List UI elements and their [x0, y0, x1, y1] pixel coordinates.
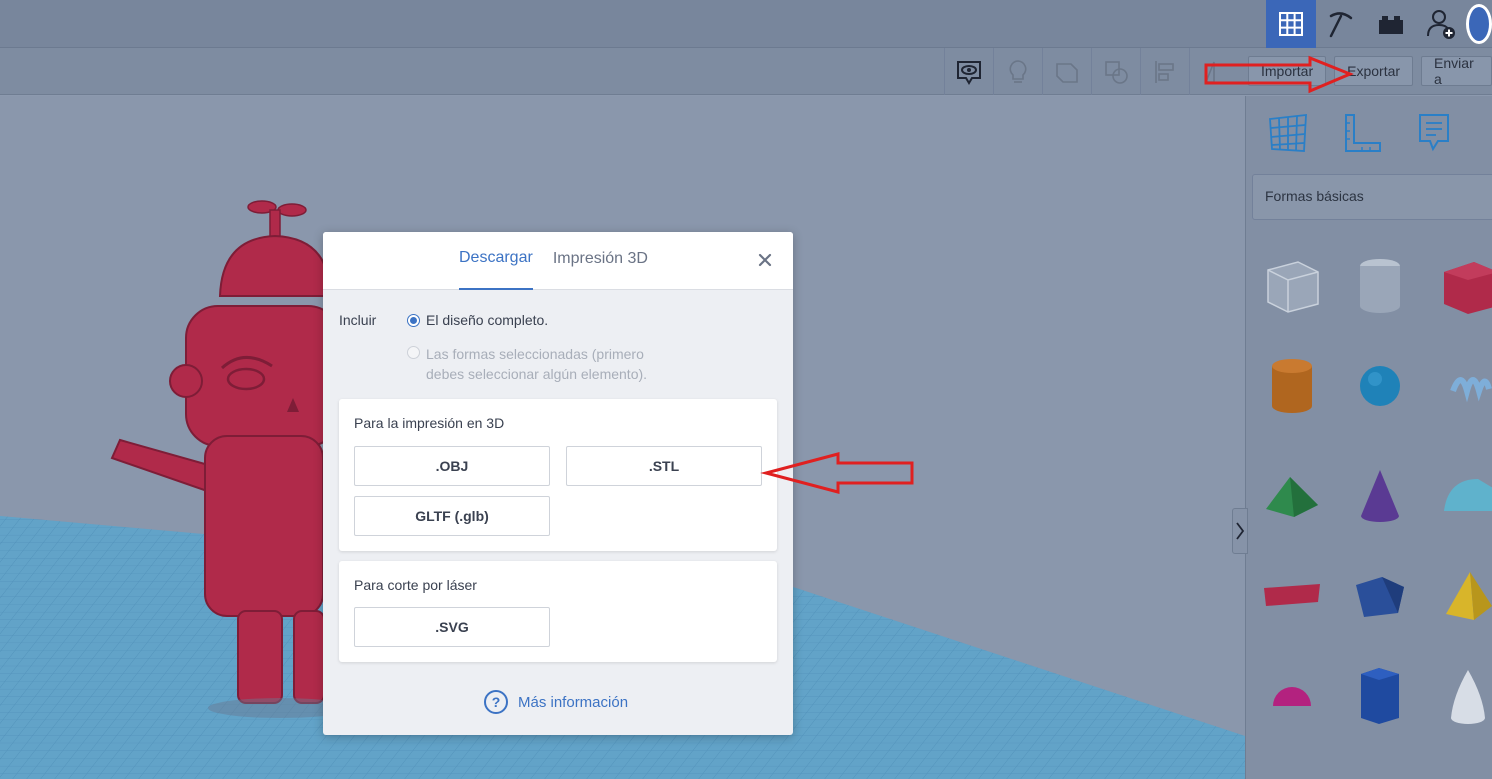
option-selected-shapes: Las formas seleccionadas (primero debes … [407, 344, 647, 384]
3d-view-button[interactable] [1266, 0, 1316, 48]
gltf-button[interactable]: GLTF (.glb) [354, 496, 550, 536]
ungroup-button[interactable] [1091, 48, 1140, 95]
obj-button[interactable]: .OBJ [354, 446, 550, 486]
panel-collapse-toggle[interactable] [1232, 508, 1248, 554]
shape-cone[interactable] [1338, 446, 1422, 546]
shape-half-sphere[interactable] [1250, 646, 1334, 746]
section-laser-cut: Para corte por láser .SVG [339, 561, 777, 662]
option-full-design[interactable]: El diseño completo. [407, 312, 548, 328]
top-icons [1266, 0, 1492, 48]
chevron-right-icon [1236, 522, 1245, 540]
shape-scribble[interactable] [1426, 336, 1492, 436]
radio-full-design[interactable] [407, 314, 420, 327]
group-icon [1056, 62, 1078, 83]
stl-button[interactable]: .STL [566, 446, 762, 486]
brick-icon [1379, 16, 1403, 34]
notes-icon[interactable] [1414, 111, 1454, 155]
bricks-button[interactable] [1366, 0, 1416, 48]
blocks-button[interactable] [1316, 0, 1366, 48]
view-button[interactable] [944, 48, 993, 95]
shape-round-roof[interactable] [1426, 446, 1492, 546]
export-dialog: Descargar Impresión 3D Incluir El diseño… [323, 232, 793, 735]
add-user-icon [1427, 10, 1455, 39]
more-info-label: Más información [518, 693, 629, 711]
avatar[interactable] [1466, 0, 1492, 48]
shape-box-hole[interactable] [1250, 236, 1334, 336]
close-button[interactable] [755, 250, 775, 270]
help-icon: ? [484, 690, 508, 714]
section-3d-title: Para la impresión en 3D [354, 415, 505, 431]
shape-cylinder-hole[interactable] [1338, 236, 1422, 336]
shape-box[interactable] [1426, 236, 1492, 336]
shape-paraboloid[interactable] [1426, 646, 1492, 746]
tool-icons [944, 48, 1238, 95]
send-to-button[interactable]: Enviar a [1421, 55, 1492, 87]
ungroup-icon [1105, 60, 1128, 84]
dialog-tabs: Descargar Impresión 3D [459, 232, 648, 290]
top-bar [0, 0, 1492, 48]
notes-button[interactable] [993, 48, 1042, 95]
section-laser-title: Para corte por láser [354, 577, 477, 593]
close-icon [758, 253, 772, 267]
align-icon [1155, 60, 1174, 83]
workplane-icon[interactable] [1266, 111, 1310, 155]
panel-tabs [1246, 96, 1492, 170]
shape-text[interactable] [1250, 546, 1334, 646]
option-selected-line1: Las formas seleccionadas (primero [426, 346, 644, 362]
radio-selected-shapes [407, 346, 420, 359]
option-full-label: El diseño completo. [426, 312, 549, 328]
shape-sphere[interactable] [1338, 336, 1422, 436]
shape-prism[interactable] [1338, 546, 1422, 646]
shape-polygon[interactable] [1338, 646, 1422, 746]
add-user-button[interactable] [1416, 0, 1466, 48]
tab-3d-print[interactable]: Impresión 3D [553, 232, 648, 290]
group-button[interactable] [1042, 48, 1091, 95]
align-button[interactable] [1140, 48, 1189, 95]
dialog-header: Descargar Impresión 3D [323, 232, 793, 290]
shape-cylinder[interactable] [1250, 336, 1334, 436]
annotation-arrow-stl [760, 452, 914, 494]
pickaxe-icon [1329, 12, 1353, 38]
annotation-arrow-export [1204, 55, 1354, 94]
section-3d-print: Para la impresión en 3D .OBJ .STL GLTF (… [339, 399, 777, 551]
lightbulb-icon [1009, 59, 1027, 83]
tab-download[interactable]: Descargar [459, 232, 533, 290]
grid-icon [1279, 12, 1303, 36]
shape-category-label: Formas básicas [1265, 188, 1364, 204]
option-selected-label: Las formas seleccionadas (primero debes … [426, 344, 647, 384]
more-info-link[interactable]: ? Más información [484, 690, 628, 714]
option-selected-line2: debes seleccionar algún elemento). [426, 366, 648, 382]
ruler-icon[interactable] [1340, 111, 1384, 155]
shape-pyramid[interactable] [1426, 546, 1492, 646]
shape-roof[interactable] [1250, 446, 1334, 546]
shapes-panel: Formas básicas [1245, 96, 1492, 779]
eye-icon [957, 60, 981, 85]
shape-category-select[interactable]: Formas básicas [1252, 174, 1492, 220]
svg-button[interactable]: .SVG [354, 607, 550, 647]
avatar-circle [1466, 4, 1492, 44]
include-label: Incluir [339, 312, 377, 328]
